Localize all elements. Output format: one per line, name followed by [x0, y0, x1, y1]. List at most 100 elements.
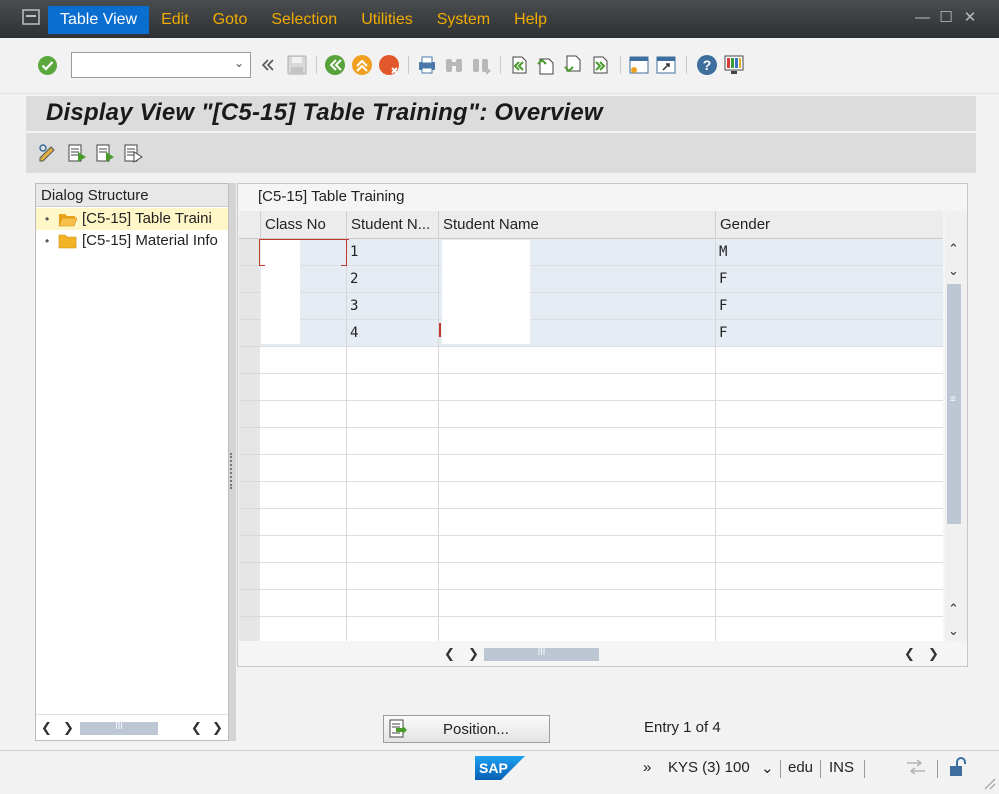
row-selector-header[interactable]: [239, 211, 260, 239]
menu-selection[interactable]: Selection: [259, 6, 349, 34]
cell-student-no[interactable]: 4: [346, 320, 438, 347]
table-row[interactable]: 2 F: [260, 266, 943, 293]
tree-item-table-training[interactable]: • [C5-15] Table Traini: [36, 208, 228, 230]
create-session-icon[interactable]: [628, 54, 650, 76]
empty-row[interactable]: [260, 536, 943, 563]
tree-item-material-info[interactable]: • [C5-15] Material Info: [36, 230, 228, 252]
cell-student-no[interactable]: 2: [346, 266, 438, 293]
scroll-down-icon[interactable]: ⌄: [948, 263, 959, 279]
exit-icon[interactable]: [351, 54, 373, 76]
print-icon[interactable]: [416, 54, 438, 76]
table-row[interactable]: 3 F: [260, 293, 943, 320]
scroll-down-icon[interactable]: ⌄: [948, 623, 959, 639]
last-page-icon[interactable]: [589, 54, 611, 76]
status-expand-icon[interactable]: »: [643, 759, 651, 776]
status-system[interactable]: KYS (3) 100: [668, 759, 750, 776]
focus-corner: [259, 239, 349, 266]
scroll-left-icon[interactable]: ❮: [444, 646, 455, 662]
lock-icon[interactable]: [948, 756, 968, 778]
customize-layout-icon[interactable]: [723, 54, 745, 76]
table-row[interactable]: 4 F: [260, 320, 943, 347]
row-selector[interactable]: [239, 239, 260, 266]
empty-row[interactable]: [260, 509, 943, 536]
table-row[interactable]: 1 M: [260, 239, 943, 266]
dialog-structure-header: Dialog Structure: [36, 184, 228, 207]
dropdown-icon[interactable]: ⌄: [234, 56, 244, 70]
empty-row[interactable]: [260, 455, 943, 482]
scroll-right-icon[interactable]: ❯: [468, 646, 479, 662]
select-block-icon[interactable]: [94, 142, 116, 164]
maximize-icon[interactable]: ☐: [939, 8, 953, 28]
panel-splitter[interactable]: [229, 183, 236, 741]
scroll-right-icon[interactable]: ❯: [63, 720, 74, 736]
scroll-up-icon[interactable]: ⌃: [948, 241, 959, 257]
scroll-up-icon[interactable]: ⌃: [948, 601, 959, 617]
empty-row[interactable]: [260, 482, 943, 509]
menu-utilities[interactable]: Utilities: [349, 6, 425, 34]
cell-gender[interactable]: M: [715, 239, 943, 266]
cell-student-no[interactable]: 1: [346, 239, 438, 266]
previous-page-icon[interactable]: [535, 54, 557, 76]
column-header-student-no[interactable]: Student N...: [346, 211, 438, 239]
scroll-thumb[interactable]: ≡: [947, 284, 961, 524]
column-divider: [715, 536, 719, 563]
next-page-icon[interactable]: [562, 54, 584, 76]
close-icon[interactable]: ✕: [963, 8, 977, 28]
resize-grip-icon[interactable]: [982, 776, 996, 790]
column-divider: [438, 347, 442, 374]
deselect-all-icon[interactable]: [122, 142, 144, 164]
expand-icon[interactable]: [260, 56, 276, 74]
minimize-icon[interactable]: —: [915, 8, 930, 28]
menu-table-view[interactable]: Table View: [48, 6, 150, 34]
empty-row[interactable]: [260, 590, 943, 617]
scroll-right-icon[interactable]: ❯: [928, 646, 939, 662]
scroll-left-icon[interactable]: ❮: [904, 646, 915, 662]
scroll-right-icon[interactable]: ❯: [212, 720, 223, 736]
cell-gender[interactable]: F: [715, 320, 943, 347]
column-header-class-no[interactable]: Class No: [260, 211, 346, 239]
scroll-left-icon[interactable]: ❮: [191, 720, 202, 736]
row-selector[interactable]: [239, 266, 260, 293]
save-icon[interactable]: [286, 54, 308, 76]
empty-row[interactable]: [260, 401, 943, 428]
empty-row[interactable]: [260, 428, 943, 455]
menu-edit[interactable]: Edit: [149, 6, 201, 34]
cell-gender[interactable]: F: [715, 293, 943, 320]
row-selector[interactable]: [239, 320, 260, 347]
table-vscrollbar[interactable]: ⌃ ⌄ ≡ ⌃ ⌄: [945, 211, 967, 641]
row-selector[interactable]: [239, 293, 260, 320]
column-header-gender[interactable]: Gender: [715, 211, 943, 239]
column-header-student-name[interactable]: Student Name: [438, 211, 715, 239]
empty-row[interactable]: [260, 563, 943, 590]
empty-row[interactable]: [260, 617, 943, 641]
column-divider: [715, 455, 719, 482]
status-mode[interactable]: INS: [829, 759, 854, 776]
enter-icon[interactable]: [37, 55, 58, 76]
dialog-structure-hscrollbar[interactable]: ❮ ❯ ||| ❮ ❯: [36, 714, 228, 740]
find-icon[interactable]: [443, 54, 465, 76]
find-next-icon[interactable]: [470, 54, 492, 76]
menu-help[interactable]: Help: [502, 6, 559, 34]
scroll-thumb[interactable]: |||: [484, 645, 599, 661]
help-icon[interactable]: ?: [696, 54, 718, 76]
table-hscrollbar[interactable]: ❮ ❯ ||| ❮ ❯: [438, 644, 939, 664]
back-icon[interactable]: [324, 54, 346, 76]
menu-goto[interactable]: Goto: [201, 6, 260, 34]
scroll-thumb[interactable]: |||: [80, 719, 158, 735]
menu-system[interactable]: System: [425, 6, 502, 34]
splitter-grip[interactable]: [230, 453, 234, 489]
first-page-icon[interactable]: [508, 54, 530, 76]
cancel-icon[interactable]: [378, 54, 400, 76]
status-dropdown-icon[interactable]: ⌄: [761, 759, 774, 777]
scroll-left-icon[interactable]: ❮: [41, 720, 52, 736]
shortcut-icon[interactable]: [655, 54, 677, 76]
command-field[interactable]: ⌄: [71, 52, 251, 78]
empty-row[interactable]: [260, 374, 943, 401]
position-button[interactable]: Position...: [383, 715, 550, 743]
empty-row[interactable]: [260, 347, 943, 374]
cell-student-no[interactable]: 3: [346, 293, 438, 320]
system-menu-icon[interactable]: [22, 9, 40, 25]
cell-gender[interactable]: F: [715, 266, 943, 293]
display-change-icon[interactable]: [37, 142, 59, 164]
select-all-icon[interactable]: [66, 142, 88, 164]
